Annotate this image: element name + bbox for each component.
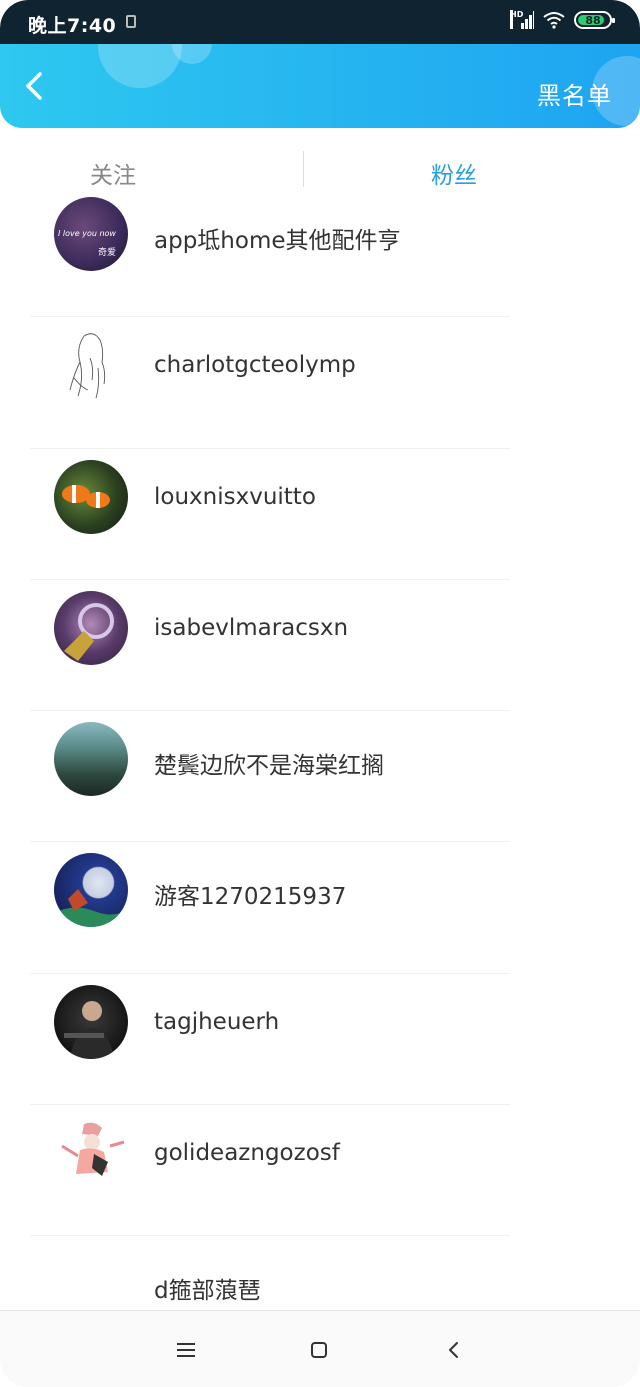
avatar [54,459,128,534]
list-item[interactable]: 游客1270215937 [0,842,640,974]
back-button[interactable] [14,66,54,106]
cartoon-girl-icon [61,1122,125,1177]
user-name: isabevlmaracsxn [154,614,349,641]
system-nav-bar [0,1310,640,1387]
list-item[interactable]: louxnisxvuitto [0,449,640,580]
avatar [54,853,128,928]
sketch-figure-icon [69,333,106,399]
avatar: I love you now 奇爱 [54,197,128,271]
avatar [54,984,128,1059]
user-name: app坻home其他配件亨 [154,228,401,254]
nav-back-button[interactable] [440,1337,466,1363]
person-photo-icon [64,1000,114,1059]
user-name: golideazngozosf [154,1140,340,1167]
user-name: 游客1270215937 [154,884,347,911]
back-triangle-icon [449,1342,458,1358]
tab-following[interactable]: 关注 [90,156,136,190]
home-square-icon [311,1342,327,1358]
decor-bubble [98,44,182,88]
avatar [54,1116,128,1191]
network-type-label: HD [510,10,523,29]
avatar-caption: I love you now [58,229,116,238]
list-item[interactable]: isabevlmaracsxn [0,580,640,712]
battery-text: 88 [585,13,601,27]
list-item[interactable]: I love you now 奇爱 app坻home其他配件亨 [0,186,640,318]
user-name: 楚鬓边欣不是海棠红搁 [154,753,384,780]
list-item[interactable]: charlotgcteolymp [0,317,640,449]
list-item[interactable]: 楚鬓边欣不是海棠红搁 [0,711,640,843]
list-item[interactable]: tagjheuerh [0,974,640,1106]
signal-icon: HD [510,10,534,29]
tab-divider [303,151,304,187]
user-name: louxnisxvuitto [154,483,316,510]
sim-icon [126,15,136,28]
avatar-caption: 奇爱 [98,248,117,258]
user-name: d箍部蒗琶 [154,1278,261,1305]
game-character-icon [64,602,114,661]
header-bar: 黑名单 [0,44,640,128]
clownfish-icon [62,484,110,508]
blacklist-button[interactable]: 黑名单 [537,76,612,111]
fans-list: I love you now 奇爱 app坻home其他配件亨 charlotg… [0,186,640,1368]
tab-fans[interactable]: 粉丝 [431,156,477,190]
avatar [54,722,128,797]
menu-button[interactable] [173,1337,199,1363]
battery-icon: 88 [574,11,615,29]
status-time: 晚上7:40 [28,15,117,37]
home-button[interactable] [306,1337,332,1363]
menu-icon [177,1343,195,1357]
user-name: charlotgcteolymp [154,352,356,379]
wifi-icon [543,12,565,29]
chevron-left-icon [26,72,42,100]
avatar [54,590,128,665]
list-item[interactable]: golideazngozosf [0,1105,640,1237]
moon-scene-icon [54,889,128,928]
avatar [54,328,128,403]
status-bar: 晚上7:40 HD 88 [0,0,640,44]
app-screen: 晚上7:40 HD 88 黑名单 关注 粉丝 I love you now 奇爱… [0,0,640,1387]
user-name: tagjheuerh [154,1008,280,1035]
status-icons: HD 88 [510,10,615,29]
